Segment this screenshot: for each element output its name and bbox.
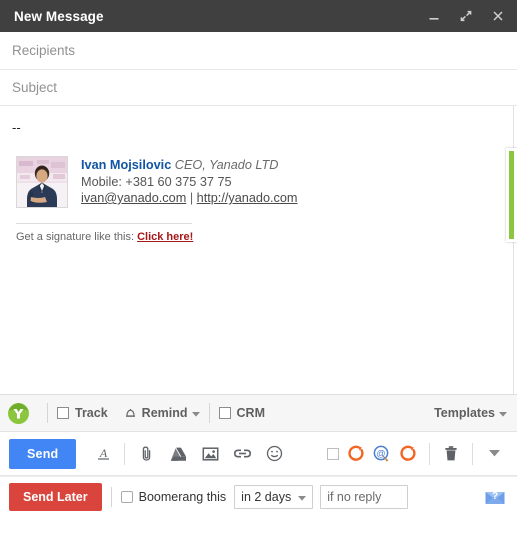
- message-body[interactable]: -- Ivan Mojsilovic CEO, Yanado LTD Mobil…: [0, 106, 517, 394]
- toolbar-divider-2: [429, 442, 430, 465]
- format-text-icon[interactable]: A: [90, 441, 116, 467]
- compose-title: New Message: [14, 8, 104, 24]
- bell-icon: [124, 406, 137, 420]
- templates-chevron-down-icon[interactable]: [499, 406, 507, 420]
- insert-drive-icon[interactable]: [165, 441, 191, 467]
- signature-name-role: Ivan Mojsilovic CEO, Yanado LTD: [81, 157, 298, 174]
- signature-divider: |: [189, 191, 194, 205]
- attach-file-icon[interactable]: [133, 441, 159, 467]
- boomerang-toolbar: Send Later Boomerang this in 2 days ?: [0, 476, 517, 516]
- orange-spinner-icon-2[interactable]: [395, 441, 421, 467]
- signature-contact-line: ivan@yanado.com | http://yanado.com: [81, 190, 298, 207]
- send-later-button[interactable]: Send Later: [9, 482, 102, 511]
- signature-separator: --: [12, 120, 21, 135]
- help-envelope-icon[interactable]: ?: [483, 485, 507, 509]
- track-label: Track: [75, 406, 108, 420]
- recipients-placeholder: Recipients: [12, 43, 76, 58]
- boomerang-this-checkbox[interactable]: [120, 490, 133, 503]
- yesware-logo-icon[interactable]: [7, 402, 30, 425]
- plugin-divider-2: [208, 403, 210, 423]
- signature-website-link[interactable]: http://yanado.com: [197, 191, 298, 205]
- boomerang-delay-chevron-down-icon[interactable]: [298, 490, 307, 504]
- signature-email-link[interactable]: ivan@yanado.com: [81, 191, 186, 205]
- insert-link-icon[interactable]: [229, 441, 255, 467]
- close-icon[interactable]: [489, 7, 507, 25]
- signature-promo: Get a signature like this: Click here!: [16, 223, 193, 243]
- boomerang-condition-input[interactable]: [320, 484, 409, 509]
- scroll-thumb[interactable]: [506, 148, 517, 242]
- track-checkbox[interactable]: [57, 407, 69, 419]
- boomerang-delay-value: in 2 days: [241, 489, 292, 504]
- signature-role: CEO, Yanado LTD: [174, 158, 279, 172]
- trash-icon[interactable]: [438, 441, 464, 467]
- templates-button[interactable]: Templates: [434, 406, 507, 420]
- compose-titlebar: New Message: [0, 0, 517, 32]
- orange-spinner-icon[interactable]: [343, 441, 369, 467]
- plugin-divider-1: [47, 403, 48, 423]
- signature-promo-link[interactable]: Click here!: [137, 231, 193, 243]
- signature-text: Ivan Mojsilovic CEO, Yanado LTD Mobile: …: [81, 156, 298, 207]
- send-button[interactable]: Send: [9, 438, 77, 469]
- svg-text:?: ?: [492, 491, 498, 502]
- signature-promo-text: Get a signature like this:: [16, 231, 135, 243]
- subject-placeholder: Subject: [12, 80, 58, 95]
- insert-photo-icon[interactable]: [197, 441, 223, 467]
- boomerang-delay-select[interactable]: in 2 days: [234, 484, 314, 509]
- templates-label: Templates: [434, 406, 495, 420]
- subject-field[interactable]: Subject: [0, 70, 517, 106]
- insert-emoji-icon[interactable]: [261, 441, 287, 467]
- gmail-format-toolbar: Send A @: [0, 432, 517, 476]
- boomerang-divider: [110, 486, 112, 507]
- crm-checkbox[interactable]: [218, 407, 231, 419]
- boomerang-this-label: Boomerang this: [138, 489, 227, 504]
- crm-toggle[interactable]: CRM: [218, 406, 265, 420]
- recipients-field[interactable]: Recipients: [0, 32, 517, 70]
- remind-label: Remind: [141, 406, 188, 420]
- window-controls: [425, 7, 507, 25]
- signature-name: Ivan Mojsilovic: [81, 158, 172, 172]
- crm-label: CRM: [236, 406, 265, 420]
- compose-window: New Message Recipients Subject -- Ivan M…: [0, 0, 517, 547]
- toolbar-divider-1: [124, 442, 126, 465]
- remind-chevron-down-icon[interactable]: [191, 406, 200, 420]
- minimize-icon[interactable]: [425, 7, 443, 25]
- toolbar-divider-3: [472, 442, 473, 465]
- svg-text:A: A: [99, 446, 108, 460]
- signature-avatar: [16, 156, 68, 208]
- chevron-down-icon[interactable]: [481, 441, 507, 467]
- plugin-toolbar: Track Remind CRM Templates: [0, 394, 517, 432]
- mail-merge-icon[interactable]: @: [369, 441, 395, 467]
- tracking-checkbox[interactable]: [327, 447, 339, 460]
- track-toggle[interactable]: Track: [57, 406, 108, 420]
- email-signature: Ivan Mojsilovic CEO, Yanado LTD Mobile: …: [12, 156, 505, 208]
- expand-icon[interactable]: [457, 7, 475, 25]
- remind-button[interactable]: Remind: [124, 406, 200, 420]
- signature-mobile: Mobile: +381 60 375 37 75: [81, 174, 232, 189]
